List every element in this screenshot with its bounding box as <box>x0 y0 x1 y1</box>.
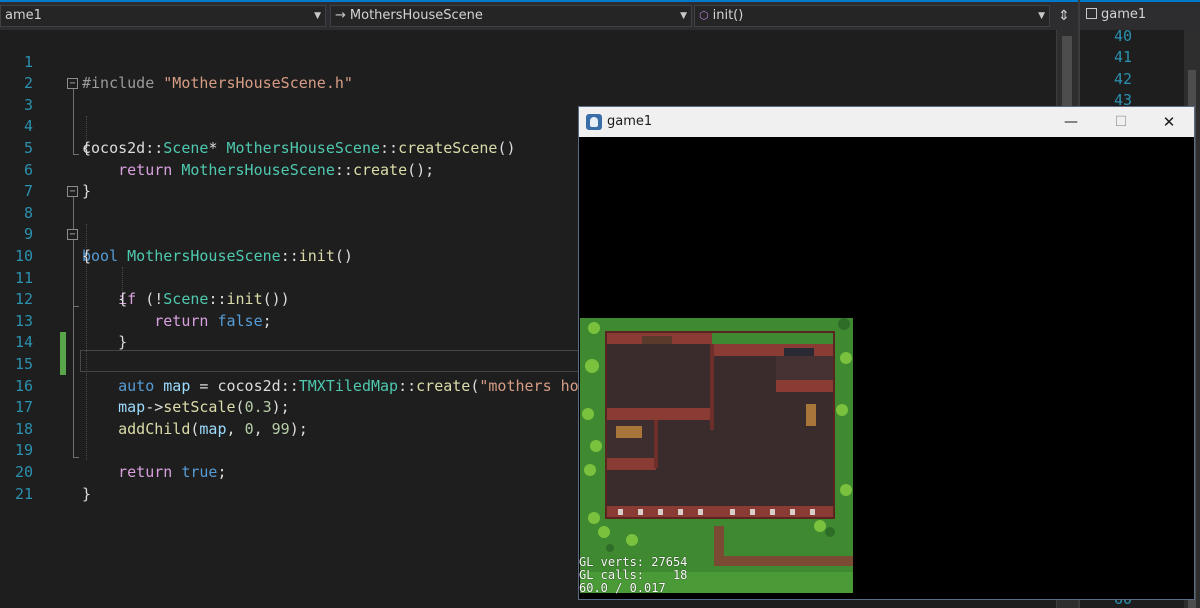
scrollbar-thumb[interactable] <box>1062 36 1072 106</box>
house-map-render <box>580 318 853 593</box>
minimize-button[interactable]: — <box>1047 107 1095 137</box>
window-title: game1 <box>607 114 653 129</box>
dirt-path <box>714 556 853 566</box>
app-icon <box>586 114 602 130</box>
game-window[interactable]: game1 — ☐ ✕ GL verts: 27654 GL calls: 18… <box>578 106 1195 600</box>
code-line: 2 <box>0 52 1056 92</box>
collapse-icon[interactable]: − <box>67 229 78 241</box>
tile-map <box>580 318 853 593</box>
gl-calls-label: GL calls: <box>579 568 645 582</box>
file-icon <box>1086 8 1097 19</box>
line-number: 42 <box>1113 70 1132 88</box>
fps-value: 60.0 / 0.017 <box>579 581 666 595</box>
project-label: ame1 <box>5 8 42 23</box>
project-dropdown[interactable]: ame1 ▼ <box>0 5 326 27</box>
gl-verts-label: GL verts: <box>579 555 645 569</box>
navigation-bar: ame1 ▼ → MothersHouseScene ▼ ⬡ init() ▼ ⇕ <box>0 0 1078 30</box>
code-line: 3 − cocos2d::Scene* MothersHouseScene::c… <box>0 73 1056 157</box>
member-scope-label: init() <box>712 8 744 23</box>
brace: } <box>82 484 92 503</box>
chevron-down-icon: ▼ <box>314 11 321 21</box>
member-scope-dropdown[interactable]: ⬡ init() ▼ <box>694 5 1050 27</box>
maximize-button[interactable]: ☐ <box>1097 107 1145 137</box>
tab-game1[interactable]: game1 <box>1080 0 1200 30</box>
class-scope-dropdown[interactable]: → MothersHouseScene ▼ <box>330 5 692 27</box>
roof-wall <box>606 408 712 420</box>
code-line: 1 #include "MothersHouseScene.h" <box>0 30 1056 93</box>
line-number: 41 <box>1113 48 1132 66</box>
line-number: 21 <box>14 484 33 503</box>
split-window-icon[interactable]: ⇕ <box>1052 5 1076 27</box>
roof-wall <box>776 380 834 392</box>
table <box>806 404 816 426</box>
chevron-down-icon: ▼ <box>1038 11 1045 21</box>
gl-calls-value: 18 <box>672 568 688 582</box>
table <box>616 426 642 438</box>
room-floor <box>606 344 712 414</box>
roof-wall <box>606 458 656 470</box>
method-icon: ⬡ <box>699 9 709 22</box>
window-titlebar[interactable]: game1 — ☐ ✕ <box>579 107 1194 137</box>
arrow-right-icon: → <box>335 8 346 23</box>
collapse-icon[interactable]: − <box>67 78 78 90</box>
tab-label: game1 <box>1101 7 1147 22</box>
roof-wall <box>712 344 776 356</box>
line-number: 40 <box>1113 27 1132 45</box>
gl-verts-value: 27654 <box>651 555 688 569</box>
chevron-down-icon: ▼ <box>680 11 687 21</box>
close-button[interactable]: ✕ <box>1145 107 1193 137</box>
collapse-icon[interactable]: − <box>67 186 78 198</box>
debug-stats-overlay: GL verts: 27654 GL calls: 18 60.0 / 0.01… <box>579 556 687 595</box>
class-scope-label: MothersHouseScene <box>349 8 483 23</box>
